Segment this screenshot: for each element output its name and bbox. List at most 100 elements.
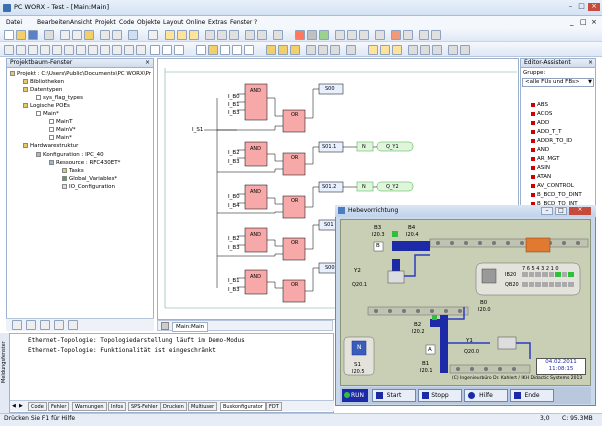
coil-q-y1[interactable]: Q_Y1 — [386, 144, 399, 150]
online-icon[interactable] — [273, 30, 283, 40]
menu-projekt[interactable]: Projekt — [95, 19, 116, 26]
copy-icon[interactable] — [72, 30, 82, 40]
align-right-icon[interactable] — [174, 45, 184, 55]
redo-icon[interactable] — [112, 30, 122, 40]
tab-buskonfigurator[interactable]: Buskonfigurator — [220, 402, 266, 411]
print-icon[interactable] — [44, 30, 54, 40]
insert-variable-icon[interactable] — [4, 45, 14, 55]
list-item[interactable]: AND — [531, 147, 549, 153]
tree-item-maint[interactable]: MainT — [49, 119, 73, 126]
run-icon[interactable] — [319, 30, 329, 40]
list-item[interactable]: ADD_T_T — [531, 129, 561, 135]
pointer-icon[interactable] — [196, 45, 206, 55]
zoom-out-icon[interactable] — [244, 45, 254, 55]
tools-10-icon[interactable] — [392, 45, 402, 55]
group-select[interactable]: <alle FUs und FBs> ▼ — [522, 78, 594, 87]
tree-item-mainv[interactable]: MainV* — [49, 127, 76, 134]
menu-online[interactable]: Online — [186, 19, 205, 26]
insert-label-icon[interactable] — [64, 45, 74, 55]
tools-11-icon[interactable] — [408, 45, 418, 55]
insert-comment-icon[interactable] — [88, 45, 98, 55]
stop-button[interactable]: Stopp — [418, 389, 462, 402]
insert-branch-icon[interactable] — [136, 45, 146, 55]
help-icon[interactable] — [419, 30, 429, 40]
tools-3-icon[interactable] — [290, 45, 300, 55]
tools-8-icon[interactable] — [368, 45, 378, 55]
debug-icon[interactable] — [257, 30, 267, 40]
step-s00[interactable]: S00 — [325, 265, 335, 271]
tab-infos[interactable]: Infos — [108, 402, 127, 411]
undo-icon[interactable] — [100, 30, 110, 40]
tab-sps-fehler[interactable]: SPS-Fehler — [128, 402, 161, 411]
menu-extras[interactable]: Extras — [208, 19, 227, 26]
paste-icon[interactable] — [84, 30, 94, 40]
menu-code[interactable]: Code — [119, 19, 134, 26]
tree-tab-4-icon[interactable] — [54, 320, 64, 330]
step-icon[interactable] — [335, 30, 345, 40]
scroll-right-icon[interactable]: ▶ — [19, 403, 23, 409]
tree-item-main-code[interactable]: Main* — [49, 135, 72, 142]
tools-2-icon[interactable] — [278, 45, 288, 55]
compile-icon[interactable] — [205, 30, 215, 40]
tools-6-icon[interactable] — [330, 45, 340, 55]
start-button[interactable]: Start — [372, 389, 416, 402]
panel-close-icon[interactable]: × — [588, 59, 593, 67]
mdi-close-icon[interactable]: × — [591, 18, 597, 26]
hebe-minimize-icon[interactable]: – — [541, 207, 553, 215]
tools-14-icon[interactable] — [448, 45, 458, 55]
hebe-maximize-icon[interactable]: □ — [555, 207, 567, 215]
view-fbd-icon[interactable] — [165, 30, 175, 40]
find-icon[interactable] — [128, 30, 138, 40]
tree-item-io-configuration[interactable]: IO_Configuration — [62, 184, 115, 191]
tools-7-icon[interactable] — [346, 45, 356, 55]
hand-icon[interactable] — [208, 45, 218, 55]
tree-tab-3-icon[interactable] — [40, 320, 50, 330]
align-left-icon[interactable] — [162, 45, 172, 55]
mdi-minimize-icon[interactable]: _ — [570, 18, 574, 26]
s1-button[interactable]: N — [357, 344, 362, 351]
make-icon[interactable] — [217, 30, 227, 40]
list-item[interactable]: ADDR_TO_ID — [531, 138, 572, 144]
step-s00[interactable]: S00 — [325, 86, 335, 92]
step-s01-2[interactable]: S01.2 — [322, 184, 336, 190]
zoom-in-icon[interactable] — [232, 45, 242, 55]
insert-connector-icon[interactable] — [100, 45, 110, 55]
list-item[interactable]: B_BCD_TO_DINT — [531, 192, 582, 198]
menu-bearbeiten[interactable]: Bearbeiten — [37, 19, 70, 26]
tools-13-icon[interactable] — [432, 45, 442, 55]
menu-help[interactable]: ? — [254, 19, 257, 26]
list-item[interactable]: ADD — [531, 120, 549, 126]
tab-drucken[interactable]: Drucken — [160, 402, 187, 411]
tools-4-icon[interactable] — [306, 45, 316, 55]
context-help-icon[interactable] — [431, 30, 441, 40]
menu-layout[interactable]: Layout — [163, 19, 183, 26]
list-item[interactable]: ASIN — [531, 165, 550, 171]
tree-item-sys-flag-types[interactable]: sys_flag_types — [36, 95, 83, 102]
tree-item-logical-poes[interactable]: Logische POEs — [23, 103, 70, 110]
insert-step-icon[interactable] — [112, 45, 122, 55]
line-icon[interactable] — [220, 45, 230, 55]
view-st-icon[interactable] — [189, 30, 199, 40]
insert-return-icon[interactable] — [76, 45, 86, 55]
tree-tab-1-icon[interactable] — [12, 320, 22, 330]
tree-item-global-variables[interactable]: Global_Variables* — [62, 176, 117, 183]
scroll-left-icon[interactable]: ◀ — [12, 403, 16, 409]
tab-main-main[interactable]: Main:Main — [172, 322, 209, 332]
rebuild-icon[interactable] — [229, 30, 239, 40]
tree-item-tasks[interactable]: Tasks — [62, 168, 84, 175]
minimize-icon[interactable]: – — [566, 3, 575, 11]
tree-item-resource[interactable]: Ressource : RFC430ET* — [49, 160, 120, 167]
download-icon[interactable] — [245, 30, 255, 40]
tools-9-icon[interactable] — [380, 45, 390, 55]
tree-item-configuration[interactable]: Konfiguration : IPC_40 — [36, 152, 104, 159]
insert-fb-icon[interactable] — [16, 45, 26, 55]
window-icon[interactable] — [375, 30, 385, 40]
coil-q-y2[interactable]: Q_Y2 — [386, 184, 399, 190]
pause-icon[interactable] — [307, 30, 317, 40]
tree-item-hardware[interactable]: Hardwarestruktur — [23, 143, 78, 150]
tree-tab-5-icon[interactable] — [68, 320, 78, 330]
tab-warnungen[interactable]: Warnungen — [72, 402, 107, 411]
hebe-close-icon[interactable]: × — [569, 207, 591, 215]
help-button[interactable]: Hilfe — [464, 389, 508, 402]
tools-5-icon[interactable] — [318, 45, 328, 55]
